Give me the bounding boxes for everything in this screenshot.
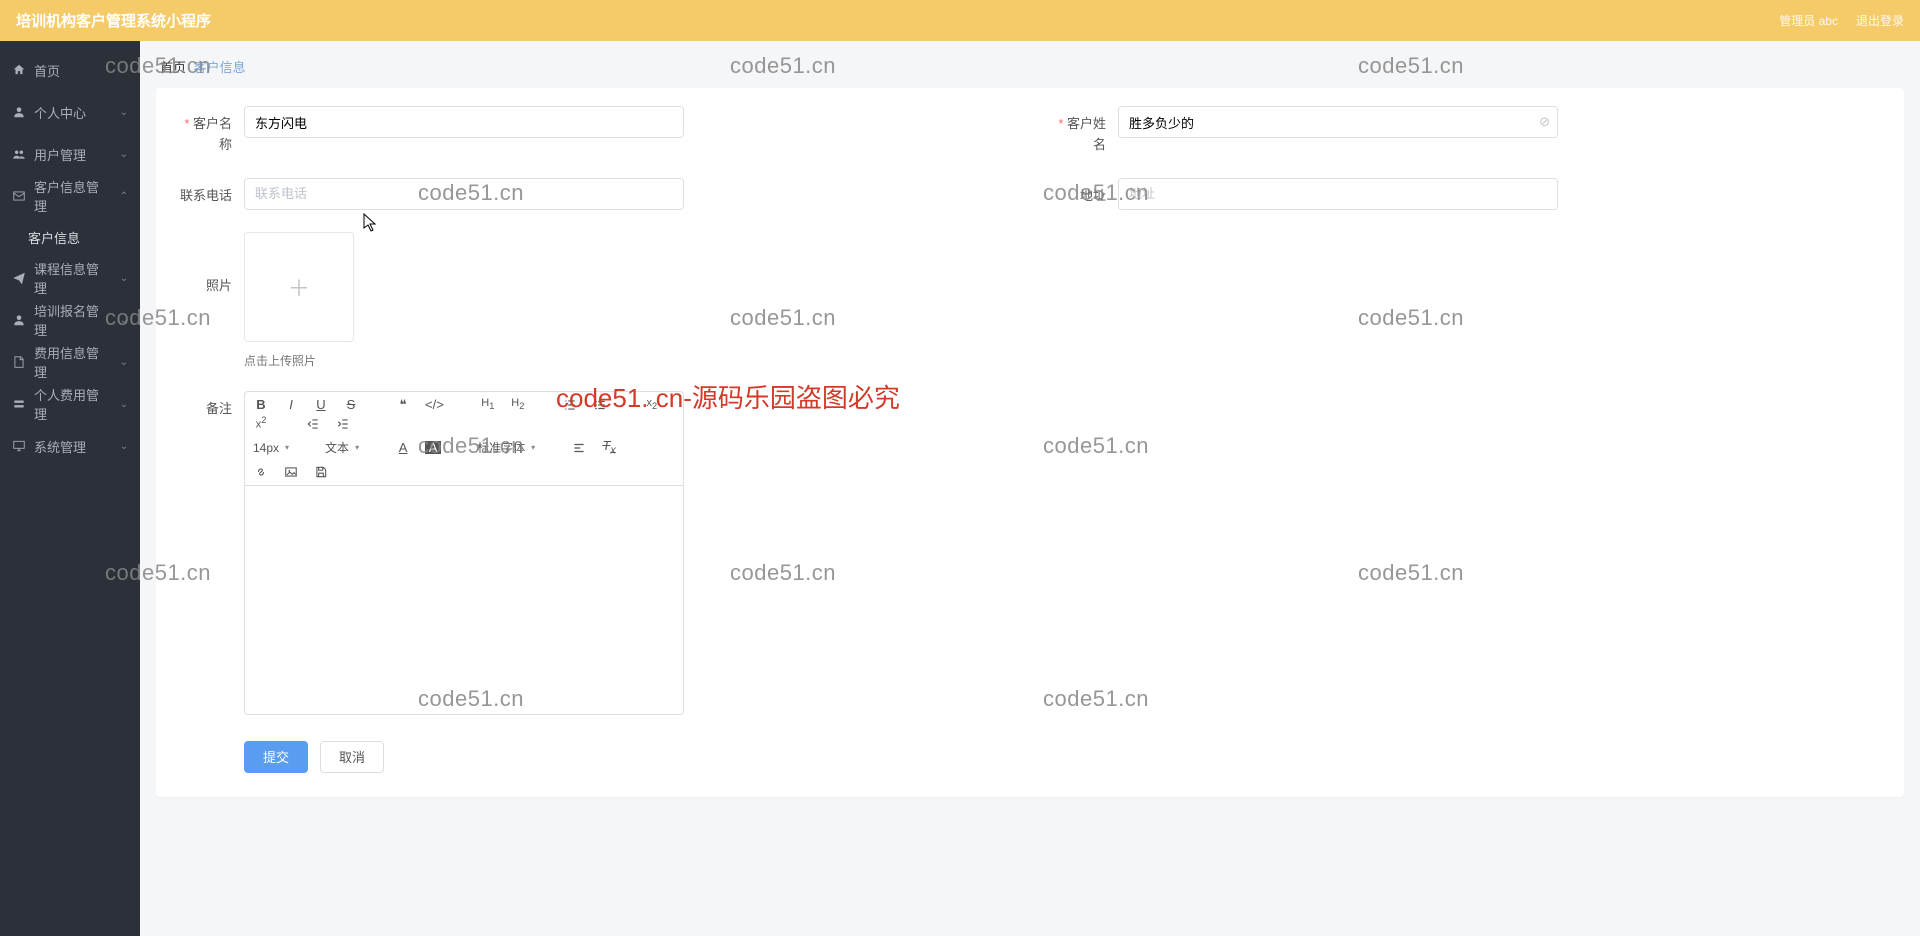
chevron-down-icon: ⌄ <box>120 315 128 326</box>
indent-in-icon[interactable] <box>335 416 351 431</box>
italic-icon[interactable]: I <box>283 398 299 411</box>
monitor-icon <box>12 439 26 453</box>
sidebar-item-user-mgmt[interactable]: 用户管理 ⌄ <box>0 133 140 175</box>
chevron-down-icon: ⌄ <box>120 273 128 284</box>
link-icon[interactable] <box>253 464 269 479</box>
upload-box[interactable]: ＋ <box>244 232 354 342</box>
clear-format-icon[interactable]: Tx <box>601 439 617 456</box>
image-icon[interactable] <box>283 464 299 479</box>
underline-icon[interactable]: U <box>313 398 329 411</box>
clear-icon[interactable]: ⊘ <box>1539 114 1550 130</box>
cancel-button[interactable]: 取消 <box>320 741 384 773</box>
breadcrumb-current[interactable]: 客户信息 <box>194 60 246 75</box>
input-phone[interactable] <box>244 178 684 210</box>
admin-link[interactable]: 管理员 abc <box>1779 12 1838 29</box>
input-customer-name[interactable] <box>244 106 684 138</box>
label-customer-name: 客户名称 <box>176 106 232 156</box>
user-icon <box>12 313 26 327</box>
doc-icon <box>12 355 26 369</box>
h1-icon[interactable]: H1 <box>480 398 496 411</box>
subscript-icon[interactable]: x2 <box>644 398 660 411</box>
code-icon[interactable]: </> <box>425 398 444 411</box>
chevron-down-icon: ⌄ <box>120 107 128 118</box>
input-address[interactable] <box>1118 178 1558 210</box>
editor-area[interactable] <box>244 485 684 715</box>
rich-editor: B I U S ❝ </> H1 H2 <box>244 391 684 715</box>
indent-out-icon[interactable] <box>305 416 321 431</box>
input-customer-fullname[interactable] <box>1118 106 1558 138</box>
user-icon <box>12 105 26 119</box>
form-panel: 客户名称 客户姓名 ⊘ 联系电话 地址 <box>156 88 1904 797</box>
chevron-down-icon: ⌄ <box>120 441 128 452</box>
header-right: 管理员 abc 退出登录 <box>1779 12 1904 29</box>
font-color-icon[interactable]: A <box>395 441 411 454</box>
sidebar-item-system-mgmt[interactable]: 系统管理 ⌄ <box>0 425 140 467</box>
breadcrumb-home[interactable]: 首页 <box>160 60 186 75</box>
text-type-select[interactable]: 文本▾ <box>325 439 359 456</box>
chevron-down-icon: ⌄ <box>120 399 128 410</box>
plus-icon: ＋ <box>288 271 310 303</box>
save-icon[interactable] <box>313 464 329 479</box>
editor-toolbar: B I U S ❝ </> H1 H2 <box>244 391 684 485</box>
send-icon <box>12 271 26 285</box>
sidebar-item-personal-fee[interactable]: 个人费用管理 ⌄ <box>0 383 140 425</box>
bg-color-icon[interactable]: A <box>425 441 441 454</box>
submit-button[interactable]: 提交 <box>244 741 308 773</box>
sidebar-item-course-mgmt[interactable]: 课程信息管理 ⌄ <box>0 257 140 299</box>
superscript-icon[interactable]: x2 <box>253 416 269 431</box>
sidebar-item-training-reg[interactable]: 培训报名管理 ⌄ <box>0 299 140 341</box>
chevron-up-icon: ⌃ <box>120 191 128 202</box>
sidebar-item-personal[interactable]: 个人中心 ⌄ <box>0 91 140 133</box>
label-address: 地址 <box>1050 178 1106 207</box>
sidebar-item-fee-mgmt[interactable]: 费用信息管理 ⌄ <box>0 341 140 383</box>
upload-hint: 点击上传照片 <box>244 352 354 369</box>
chevron-down-icon: ⌄ <box>120 357 128 368</box>
label-customer-fullname: 客户姓名 <box>1050 106 1106 156</box>
h2-icon[interactable]: H2 <box>510 398 526 411</box>
sidebar-sub-customer-info[interactable]: 客户信息 <box>0 217 140 257</box>
users-icon <box>12 147 26 161</box>
label-phone: 联系电话 <box>176 178 232 207</box>
align-icon[interactable] <box>571 440 587 455</box>
app-title: 培训机构客户管理系统小程序 <box>16 10 211 31</box>
envelope-icon <box>12 189 26 203</box>
sidebar-item-customer-mgmt[interactable]: 客户信息管理 ⌃ <box>0 175 140 217</box>
chevron-down-icon: ⌄ <box>120 149 128 160</box>
list-ol-icon[interactable] <box>562 398 578 413</box>
label-photo: 照片 <box>176 232 232 297</box>
app-header: 培训机构客户管理系统小程序 管理员 abc 退出登录 <box>0 0 1920 41</box>
breadcrumb: 首页 客户信息 <box>140 41 1920 88</box>
logout-link[interactable]: 退出登录 <box>1856 12 1904 29</box>
sidebar-item-home[interactable]: 首页 <box>0 49 140 91</box>
quote-icon[interactable]: ❝ <box>395 398 411 411</box>
sidebar: 首页 个人中心 ⌄ 用户管理 ⌄ 客户信息管理 ⌃ 客户信息 课程信息管理 ⌄ … <box>0 41 140 936</box>
money-icon <box>12 397 26 411</box>
home-icon <box>12 63 26 77</box>
bold-icon[interactable]: B <box>253 398 269 411</box>
main-content: 首页 客户信息 客户名称 客户姓名 ⊘ 联系电话 <box>140 41 1920 936</box>
font-size-select[interactable]: 14px▾ <box>253 441 289 455</box>
font-family-select[interactable]: 标准字体▾ <box>477 439 535 456</box>
list-ul-icon[interactable] <box>592 398 608 413</box>
label-remark: 备注 <box>176 391 232 420</box>
strike-icon[interactable]: S <box>343 398 359 411</box>
